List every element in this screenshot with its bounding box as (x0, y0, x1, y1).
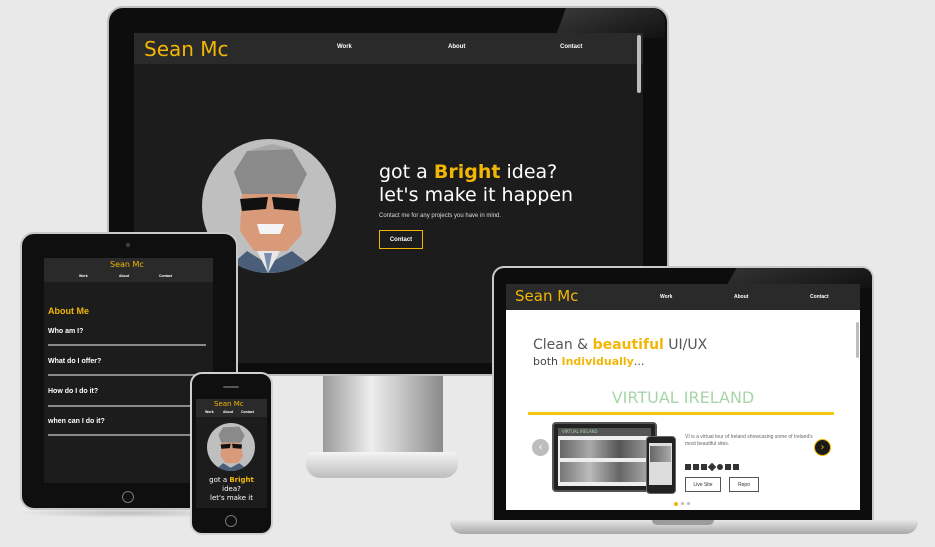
repo-button[interactable]: Repo (729, 477, 759, 492)
hero-line1-pre: got a (379, 161, 434, 183)
phone-avatar (207, 423, 255, 471)
desktop-scrollbar[interactable] (637, 35, 641, 93)
html5-icon (685, 464, 691, 470)
divider (48, 344, 206, 346)
laptop-headline: Clean & beautiful UI/UX (533, 337, 707, 353)
bootstrap-icon (701, 464, 707, 470)
phone-line1-pre: got a (209, 476, 230, 484)
phone-line2: idea? (222, 485, 241, 493)
desktop-nav-work[interactable]: Work (337, 44, 352, 50)
monitor-stand-neck (323, 376, 443, 456)
desktop-nav-contact[interactable]: Contact (560, 44, 582, 50)
carousel-next-button[interactable]: › (814, 439, 831, 456)
javascript-icon (725, 464, 731, 470)
question-what[interactable]: What do I offer? (48, 358, 101, 365)
laptop-scrollbar[interactable] (856, 322, 859, 358)
question-when[interactable]: when can I do it? (48, 418, 105, 425)
git-icon (707, 462, 717, 472)
laptop-nav-contact[interactable]: Contact (810, 294, 829, 300)
laptop-notch (652, 520, 714, 525)
project-preview-phone (646, 436, 676, 494)
laptop-sub-highlight: Individually (561, 355, 634, 368)
project-description: VI is a virtual tour of Ireland showcasi… (685, 434, 813, 447)
tablet-nav-contact[interactable]: Contact (159, 274, 172, 278)
phone-highlight: Bright (229, 476, 254, 484)
preview-phone-image (650, 446, 671, 462)
hero-line1-post: idea? (500, 161, 558, 183)
laptop-nav-about[interactable]: About (734, 294, 748, 300)
phone-nav-about[interactable]: About (223, 410, 233, 414)
about-me-title: About Me (48, 306, 89, 316)
tablet-logo[interactable]: Sean Mc (110, 260, 144, 269)
tablet-nav-about[interactable]: About (119, 274, 129, 278)
question-how[interactable]: How do I do it? (48, 388, 98, 395)
laptop-sub-pre: both (533, 355, 562, 368)
project-title-underline (528, 412, 834, 415)
hero-subtext: Contact me for any projects you have in … (379, 213, 502, 219)
laptop-headline-highlight: beautiful (592, 337, 664, 353)
desktop-logo[interactable]: Sean Mc (144, 37, 229, 61)
divider (48, 374, 206, 376)
carousel-indicator-active[interactable] (674, 502, 678, 506)
phone-speaker (223, 386, 239, 388)
devices-mockup: Sean Mc Work About Contact got a Bright … (0, 0, 935, 547)
css3-icon (693, 464, 699, 470)
phone-line3: let's make it (210, 494, 253, 502)
tablet-screen: Sean Mc Work About Contact About Me Who … (44, 258, 213, 483)
laptop-subline: both Individually... (533, 355, 644, 368)
divider (48, 405, 206, 407)
phone-nav-work[interactable]: Work (205, 410, 214, 414)
laptop-headline-pre: Clean & (533, 337, 593, 353)
divider (48, 434, 206, 436)
hero-line2: let's make it happen (379, 184, 574, 206)
tech-icons (685, 462, 739, 472)
preview-screen: VIRTUAL IRELAND (558, 428, 651, 486)
carousel-indicator[interactable] (687, 502, 690, 505)
carousel-prev-button[interactable]: ‹ (532, 439, 549, 456)
laptop-headline-post: UI/UX (663, 337, 708, 353)
hero-contact-button[interactable]: Contact (379, 230, 423, 249)
phone-logo[interactable]: Sean Mc (214, 400, 244, 408)
phone-home-button[interactable] (225, 515, 237, 527)
monitor-stand-base (306, 452, 458, 478)
tablet-nav-work[interactable]: Work (79, 274, 88, 278)
phone-screen: Sean Mc Work About Contact got a Bright … (196, 399, 267, 508)
live-site-button[interactable]: Live Site (685, 477, 721, 492)
carousel-indicator[interactable] (681, 502, 684, 505)
preview-image (560, 462, 649, 482)
project-title: VIRTUAL IRELAND (611, 388, 755, 407)
github-icon (717, 464, 723, 470)
laptop-screen: Sean Mc Work About Contact Clean & beaut… (506, 284, 860, 510)
tablet-home-button[interactable] (122, 491, 134, 503)
laptop-sub-post: ... (633, 355, 645, 368)
phone-hero: got a Bright idea? let's make it (196, 476, 267, 503)
question-who[interactable]: Who am I? (48, 328, 83, 335)
phone-nav-contact[interactable]: Contact (241, 410, 254, 414)
hero-highlight: Bright (433, 161, 501, 183)
laptop-logo[interactable]: Sean Mc (515, 287, 578, 305)
preview-phone-screen (649, 443, 672, 485)
desktop-nav-about[interactable]: About (448, 44, 465, 50)
preview-image (560, 440, 649, 458)
vscode-icon (733, 464, 739, 470)
laptop-nav-work[interactable]: Work (660, 294, 672, 300)
hero-headline: got a Bright idea? let's make it happen (379, 161, 573, 207)
project-preview-monitor: VIRTUAL IRELAND (552, 422, 657, 492)
preview-brand: VIRTUAL IRELAND (562, 429, 598, 434)
tablet-camera (126, 243, 130, 247)
